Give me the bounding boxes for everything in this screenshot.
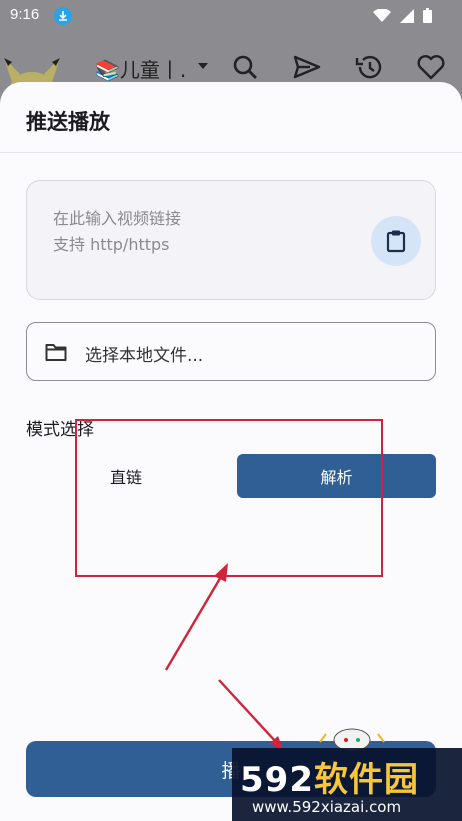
url-placeholder-line1: 在此输入视频链接 bbox=[53, 209, 182, 228]
watermark-brand: 592软件园 bbox=[240, 752, 419, 801]
watermark-url: www.592xiazai.com bbox=[252, 798, 402, 816]
chevron-down-icon[interactable] bbox=[196, 60, 210, 72]
divider bbox=[0, 152, 462, 153]
clipboard-icon bbox=[386, 230, 406, 253]
search-icon[interactable] bbox=[230, 52, 260, 82]
status-time: 9:16 bbox=[10, 6, 40, 23]
select-local-file-label: 选择本地文件... bbox=[85, 346, 204, 366]
push-play-sheet: 推送播放 在此输入视频链接 支持 http/https 选择本地文件... 模式… bbox=[0, 82, 462, 821]
folder-icon bbox=[45, 344, 67, 361]
download-icon bbox=[54, 7, 72, 25]
watermark: 592软件园 www.592xiazai.com bbox=[232, 748, 462, 821]
signal-icon bbox=[399, 9, 414, 23]
status-icons bbox=[369, 8, 432, 27]
annotation-highlight-box bbox=[75, 419, 383, 577]
paste-button[interactable] bbox=[371, 216, 421, 266]
history-icon[interactable] bbox=[354, 52, 384, 82]
wifi-icon bbox=[372, 8, 391, 22]
status-bar: 9:16 bbox=[0, 0, 462, 32]
sheet-title: 推送播放 bbox=[26, 110, 110, 134]
heart-icon[interactable] bbox=[416, 52, 446, 82]
video-url-input[interactable]: 在此输入视频链接 支持 http/https bbox=[26, 180, 436, 300]
select-local-file-button[interactable]: 选择本地文件... bbox=[26, 322, 436, 381]
battery-icon bbox=[423, 8, 432, 23]
source-title[interactable]: 📚儿童丨. bbox=[95, 54, 186, 83]
send-icon[interactable] bbox=[292, 52, 322, 82]
watermark-brand-number: 592 bbox=[240, 760, 314, 800]
url-placeholder-line2: 支持 http/https bbox=[53, 235, 170, 254]
watermark-brand-text: 软件园 bbox=[313, 760, 419, 800]
